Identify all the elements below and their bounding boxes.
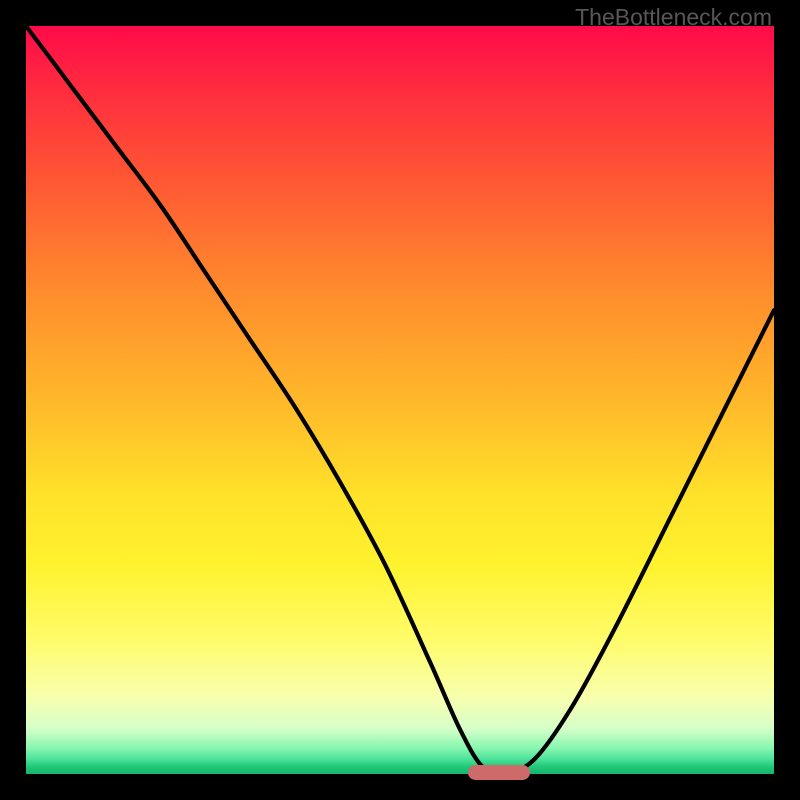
optimal-marker [468,765,530,780]
plot-area [26,26,774,774]
bottleneck-curve [26,26,774,774]
chart-frame: TheBottleneck.com [0,0,800,800]
